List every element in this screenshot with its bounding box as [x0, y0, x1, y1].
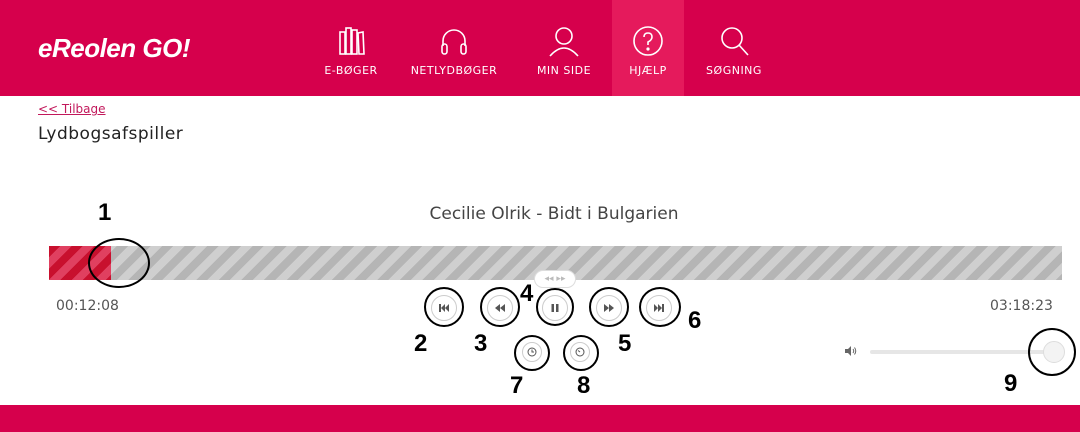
annotation-number-4: 4 — [520, 280, 534, 307]
fast-forward-button[interactable] — [596, 295, 622, 321]
sleep-timer-button[interactable] — [522, 342, 542, 362]
skip-to-end-button[interactable] — [646, 295, 672, 321]
annotation-number-9: 9 — [1004, 370, 1018, 397]
nav-item-sogning[interactable]: SØGNING — [694, 0, 774, 96]
top-navigation-bar: eReolen GO! E-BØGER NETLYDBØGER MIN SIDE — [0, 0, 1080, 96]
page-title: Lydbogsafspiller — [38, 124, 184, 144]
annotation-number-5: 5 — [618, 330, 632, 357]
playback-speed-button[interactable] — [570, 342, 590, 362]
rewind-button[interactable] — [487, 295, 513, 321]
pause-icon — [551, 304, 559, 312]
annotation-number-3: 3 — [474, 330, 488, 357]
time-total: 03:18:23 — [990, 298, 1053, 314]
skip-forward-icon — [654, 304, 664, 312]
search-icon — [721, 27, 749, 56]
annotation-number-6: 6 — [688, 307, 702, 334]
nav-label: SØGNING — [706, 64, 762, 77]
clock-icon — [527, 347, 537, 357]
nav-item-e-boger[interactable]: E-BØGER — [308, 0, 394, 96]
help-icon — [633, 26, 663, 56]
pause-button[interactable] — [542, 295, 568, 321]
skip-to-start-button[interactable] — [431, 295, 457, 321]
time-elapsed: 00:12:08 — [56, 298, 119, 314]
skip-back-icon — [439, 304, 449, 312]
user-icon — [549, 27, 579, 57]
seek-handle[interactable]: ◂◂ ▸▸ — [534, 270, 576, 288]
progress-fill — [49, 246, 111, 280]
footer-bar — [0, 405, 1080, 432]
nav-label: HJÆLP — [629, 64, 667, 77]
nav-item-netlydboger[interactable]: NETLYDBØGER — [398, 0, 510, 96]
speed-gauge-icon — [575, 347, 585, 357]
rewind-icon — [495, 304, 505, 312]
nav-item-min-side[interactable]: MIN SIDE — [524, 0, 604, 96]
nav-item-hjaelp[interactable]: HJÆLP — [612, 0, 684, 96]
books-icon — [339, 27, 365, 55]
annotation-number-1: 1 — [98, 199, 112, 226]
track-title: Cecilie Olrik - Bidt i Bulgarien — [429, 204, 679, 224]
nav-label: NETLYDBØGER — [410, 64, 498, 77]
annotation-number-7: 7 — [510, 372, 524, 399]
annotation-number-8: 8 — [577, 372, 591, 399]
back-link[interactable]: << Tilbage — [38, 102, 106, 116]
volume-slider-thumb[interactable] — [1043, 341, 1065, 363]
annotation-number-2: 2 — [414, 330, 428, 357]
ereolen-go-logo[interactable]: eReolen GO! — [38, 33, 190, 64]
nav-label: MIN SIDE — [536, 64, 592, 77]
fast-forward-icon — [604, 304, 614, 312]
nav-label: E-BØGER — [324, 64, 378, 77]
headphones-icon — [441, 29, 467, 55]
volume-icon[interactable] — [845, 346, 857, 356]
volume-slider-track[interactable] — [870, 350, 1055, 354]
